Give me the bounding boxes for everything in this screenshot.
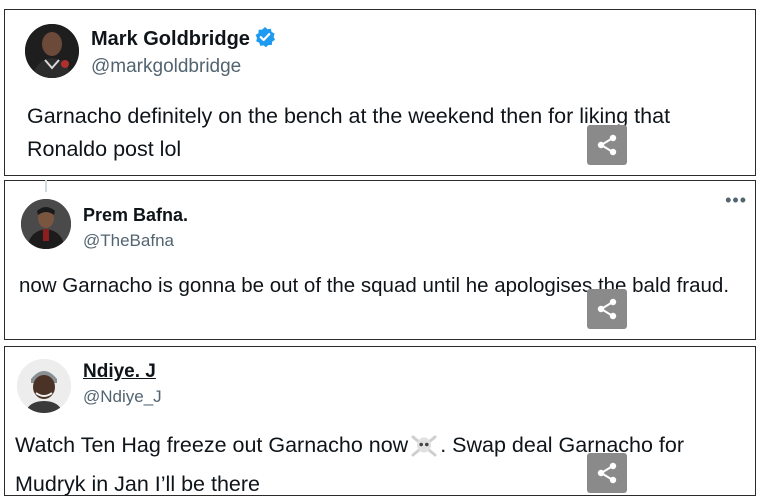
display-name[interactable]: Ndiye. J	[83, 361, 156, 383]
tweet-card[interactable]: Prem Bafna. @TheBafna ••• now Garnacho i…	[4, 180, 756, 340]
tweet-text-part1: Watch Ten Hag freeze out Garnacho now	[15, 433, 409, 457]
tweet-text: now Garnacho is gonna be out of the squa…	[19, 274, 730, 297]
thread-connector	[45, 180, 47, 192]
more-options-icon[interactable]: •••	[725, 191, 747, 209]
tweet-text: Garnacho definitely on the bench at the …	[27, 104, 671, 161]
avatar[interactable]	[25, 24, 79, 78]
tweet-text: Watch Ten Hag freeze out Garnacho now . …	[15, 429, 753, 498]
tweet-card[interactable]: Mark Goldbridge @markgoldbridge Garnacho…	[4, 9, 756, 176]
user-handle[interactable]: @markgoldbridge	[91, 56, 241, 78]
share-button[interactable]	[587, 125, 627, 165]
share-icon	[597, 134, 617, 156]
avatar[interactable]	[21, 199, 71, 249]
share-icon	[597, 298, 617, 320]
share-button[interactable]	[587, 453, 627, 493]
share-icon	[597, 462, 617, 484]
user-handle[interactable]: @Ndiye_J	[83, 387, 162, 407]
avatar[interactable]	[17, 359, 71, 413]
skull-and-crossbones-icon	[410, 434, 438, 468]
share-button[interactable]	[587, 289, 627, 329]
tweet-card[interactable]: Ndiye. J @Ndiye_J Watch Ten Hag freeze o…	[4, 346, 756, 496]
user-handle[interactable]: @TheBafna	[83, 231, 174, 251]
display-name[interactable]: Mark Goldbridge	[91, 26, 276, 54]
verified-badge-icon	[254, 26, 276, 54]
display-name[interactable]: Prem Bafna.	[83, 205, 188, 226]
